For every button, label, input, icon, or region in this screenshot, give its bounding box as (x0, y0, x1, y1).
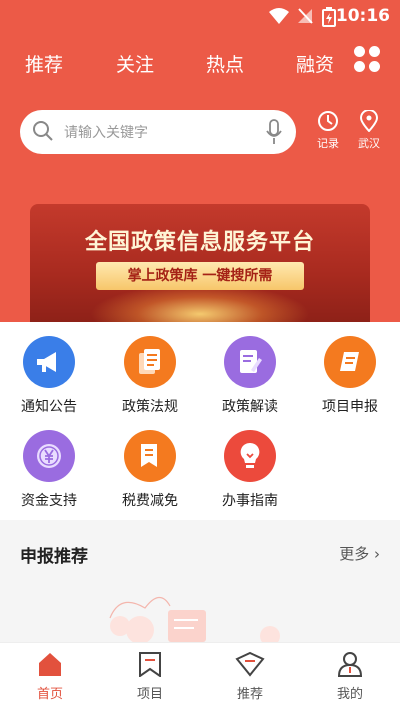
home-icon (39, 653, 61, 676)
more-label: 更多 (339, 545, 370, 563)
tab-projects[interactable]: 项目 (110, 651, 190, 702)
no-signal-icon (298, 8, 313, 24)
search-icon (33, 121, 53, 141)
banner-subtitle: 掌上政策库 一键搜所需 (96, 262, 304, 290)
megaphone-icon (23, 336, 75, 388)
tab-financing[interactable]: 融资 (296, 50, 334, 77)
service-label: 办事指南 (222, 493, 278, 509)
service-tax-relief[interactable]: 税费减免 (110, 430, 190, 510)
tab-recommend-bottom[interactable]: 推荐 (210, 651, 290, 702)
tab-profile[interactable]: 我的 (310, 651, 390, 702)
service-label: 税费减免 (122, 493, 178, 509)
tab-label: 首页 (36, 687, 63, 702)
more-link[interactable]: 更多 › (339, 543, 380, 564)
history-button[interactable]: 记录 (308, 110, 348, 151)
history-label: 记录 (317, 137, 339, 150)
location-button[interactable]: 武汉 (349, 110, 389, 151)
microphone-icon[interactable] (266, 119, 282, 145)
person-icon (337, 652, 363, 677)
service-label: 政策解读 (222, 399, 278, 415)
service-label: 资金支持 (21, 493, 77, 509)
edit-document-icon (224, 336, 276, 388)
empty-state-illustration (109, 596, 280, 642)
tab-follow[interactable]: 关注 (116, 50, 154, 77)
bottom-tab-bar: 首页 项目 推荐 我的 (0, 642, 400, 711)
battery-charging-icon (322, 7, 336, 27)
clock-icon (318, 111, 338, 131)
recommend-icon (235, 651, 265, 677)
location-label: 武汉 (358, 137, 380, 150)
service-guide[interactable]: 办事指南 (210, 430, 290, 510)
status-bar: 10:16 (0, 0, 400, 32)
chevron-right-icon: › (374, 545, 380, 563)
tab-label: 项目 (136, 687, 163, 702)
scroll-icon (324, 336, 376, 388)
tab-label: 推荐 (236, 687, 263, 702)
service-project-apply[interactable]: 项目申报 (310, 336, 390, 416)
promo-banner[interactable]: 全国政策信息服务平台 掌上政策库 一键搜所需 (30, 204, 370, 322)
service-label: 政策法规 (122, 399, 178, 415)
recommend-section: 申报推荐 更多 › (0, 520, 400, 642)
bookmark-icon (139, 652, 161, 677)
documents-icon (124, 336, 176, 388)
top-nav-tabs: 推荐 关注 热点 融资 (0, 44, 400, 80)
search-bar[interactable]: 请输入关键字 (20, 110, 296, 154)
tab-label: 我的 (336, 687, 363, 702)
tax-document-icon (124, 430, 176, 482)
status-time: 10:16 (335, 6, 390, 26)
location-pin-icon (359, 110, 379, 132)
service-funding[interactable]: 资金支持 (9, 430, 89, 510)
tab-recommend[interactable]: 推荐 (25, 50, 63, 77)
section-title: 申报推荐 (20, 547, 88, 567)
header-area: 10:16 推荐 关注 热点 融资 请输入关键字 记录 武汉 全国政策信息服务平… (0, 0, 400, 322)
service-label: 通知公告 (21, 399, 77, 415)
category-grid-icon[interactable] (354, 46, 382, 74)
yuan-coin-icon (23, 430, 75, 482)
search-input[interactable]: 请输入关键字 (64, 122, 148, 142)
tab-home[interactable]: 首页 (10, 651, 90, 702)
wifi-icon (269, 8, 289, 24)
banner-title: 全国政策信息服务平台 (84, 229, 315, 255)
service-grid: 通知公告 政策法规 政策解读 项目申报 资金支持 税费减免 办事指南 (0, 322, 400, 520)
lightbulb-icon (224, 430, 276, 482)
service-policy-law[interactable]: 政策法规 (110, 336, 190, 416)
service-policy-interpretation[interactable]: 政策解读 (210, 336, 290, 416)
service-label: 项目申报 (322, 399, 378, 415)
service-notice[interactable]: 通知公告 (9, 336, 89, 416)
tab-hot[interactable]: 热点 (206, 50, 244, 77)
